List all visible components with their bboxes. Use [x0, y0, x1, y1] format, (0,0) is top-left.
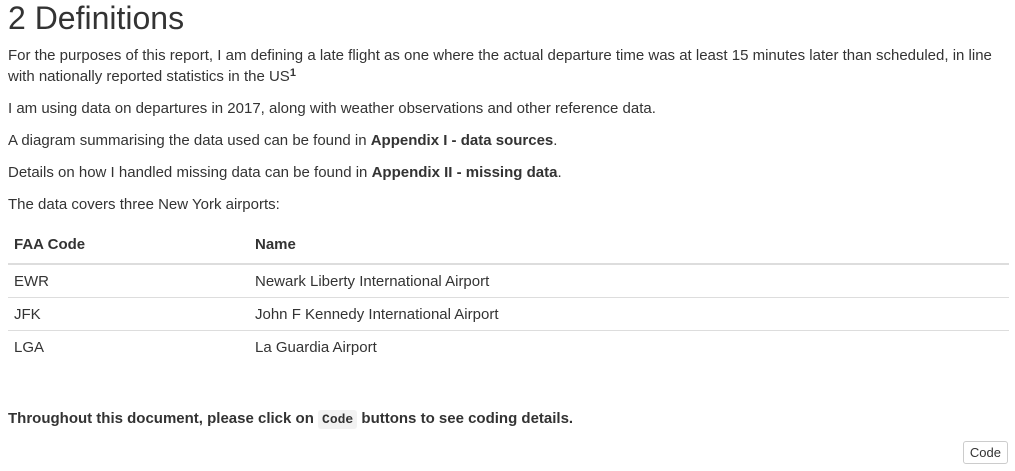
data-sources-suffix: . — [553, 132, 558, 149]
report-section: 2 Definitions For the purposes of this r… — [0, 0, 1015, 471]
faa-code-cell: EWR — [8, 263, 249, 298]
table-row: EWR Newark Liberty International Airport — [8, 263, 1009, 298]
airport-name-cell: Newark Liberty International Airport — [249, 263, 1009, 298]
column-header-faa-code: FAA Code — [8, 226, 249, 265]
code-buttons-note: Throughout this document, please click o… — [8, 408, 573, 430]
footnote-marker[interactable]: 1 — [290, 67, 296, 79]
late-flight-definition: For the purposes of this report, I am de… — [8, 45, 1008, 87]
airports-table: FAA Code Name EWR Newark Liberty Interna… — [8, 226, 1009, 363]
column-header-name: Name — [249, 226, 1009, 265]
table-row: JFK John F Kennedy International Airport — [8, 297, 1009, 331]
faa-code-cell: LGA — [8, 330, 249, 363]
late-flight-definition-text: For the purposes of this report, I am de… — [8, 47, 992, 85]
missing-data-suffix: . — [557, 164, 562, 181]
appendix-ii-reference: Appendix II - missing data — [371, 164, 558, 181]
missing-data-prefix: Details on how I handled missing data ca… — [8, 164, 372, 181]
code-button[interactable]: Code — [962, 441, 1008, 464]
missing-data-paragraph: Details on how I handled missing data ca… — [8, 162, 1008, 183]
inline-code: Code — [318, 410, 358, 429]
data-sources-paragraph: A diagram summarising the data used can … — [8, 130, 1008, 151]
section-title: 2 Definitions — [8, 0, 185, 36]
appendix-i-reference: Appendix I - data sources — [370, 132, 554, 149]
table-row: LGA La Guardia Airport — [8, 330, 1009, 363]
airport-name-cell: John F Kennedy International Airport — [249, 297, 1009, 331]
data-scope-paragraph: I am using data on departures in 2017, a… — [8, 100, 656, 117]
airports-intro: The data covers three New York airports: — [8, 196, 280, 213]
table-header-row: FAA Code Name — [8, 226, 1009, 265]
data-sources-prefix: A diagram summarising the data used can … — [8, 132, 371, 149]
faa-code-cell: JFK — [8, 297, 249, 331]
note-prefix: Throughout this document, please click o… — [8, 410, 319, 427]
airport-name-cell: La Guardia Airport — [249, 330, 1009, 363]
note-suffix: buttons to see coding details. — [357, 410, 574, 427]
